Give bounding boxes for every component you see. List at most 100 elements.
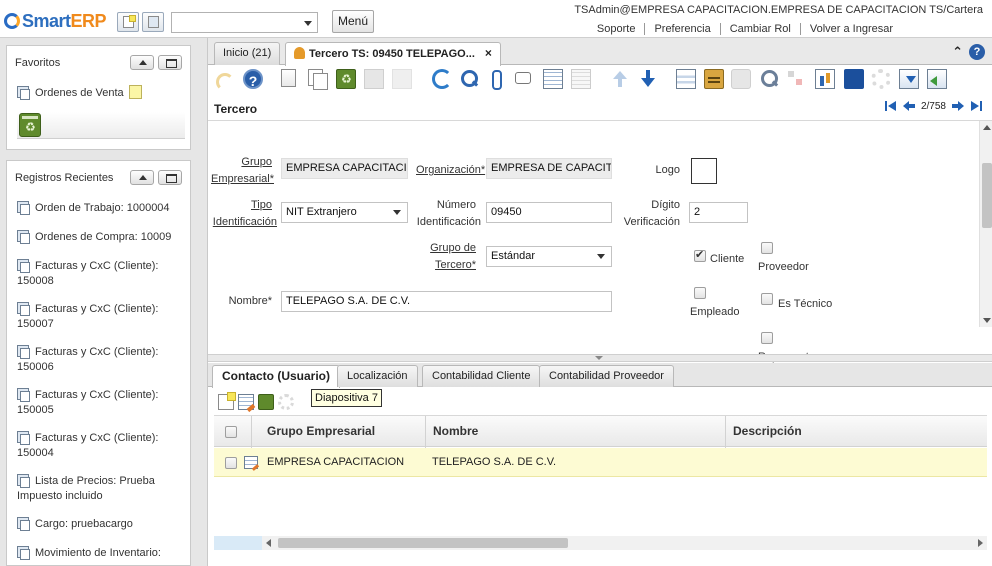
recent-item[interactable]: Lista de Precios: Prueba Impuesto inclui… (17, 474, 162, 504)
new-window-icon[interactable] (117, 12, 139, 32)
chart-icon[interactable] (815, 69, 835, 89)
help-icon[interactable]: ? (243, 69, 263, 89)
product-info-icon[interactable] (844, 69, 864, 89)
recent-item[interactable]: Orden de Trabajo: 1000004 (17, 201, 184, 216)
close-tab-icon[interactable]: × (485, 46, 492, 60)
label-grupo-empresarial[interactable]: Grupo (208, 154, 272, 170)
numero-identificacion-input[interactable]: 09450 (486, 202, 612, 223)
digito-verificacion-input[interactable]: 2 (689, 202, 748, 223)
label-organizacion[interactable]: Organización* (416, 162, 486, 178)
scroll-thumb[interactable] (982, 163, 992, 228)
help-icon[interactable]: ? (969, 44, 985, 60)
edit-row-icon[interactable] (238, 394, 254, 410)
grid-horizontal-scrollbar[interactable] (214, 536, 987, 550)
tab-tercero[interactable]: Tercero TS: 09450 TELEPAGO... × (285, 42, 501, 66)
new-row-icon[interactable] (218, 392, 236, 410)
recent-item[interactable]: Cargo: pruebacargo (17, 517, 184, 532)
undo-icon[interactable] (214, 69, 234, 91)
representante-checkbox[interactable] (761, 332, 773, 344)
label-grupo-empresarial-2[interactable]: Empresarial* (208, 171, 274, 187)
ignore-changes-icon[interactable] (392, 69, 412, 89)
import-icon[interactable] (927, 69, 947, 89)
recent-item[interactable]: Facturas y CxC (Cliente): 150006 (17, 345, 167, 375)
tab-contabilidad-proveedor[interactable]: Contabilidad Proveedor (539, 365, 674, 387)
recent-item[interactable]: Ordenes de Compra: 10009 (17, 230, 184, 245)
column-nombre[interactable]: Nombre (426, 416, 726, 448)
link-cambiar-rol[interactable]: Cambiar Rol (721, 23, 801, 35)
table-row[interactable]: EMPRESA CAPACITACION TELEPAGO S.A. DE C.… (214, 448, 987, 477)
recent-item[interactable]: Facturas y CxC (Cliente): 150004 (17, 431, 167, 461)
logo-image[interactable] (691, 158, 717, 184)
tab-contacto-usuario[interactable]: Contacto (Usuario) (212, 365, 340, 388)
window-layout-icon[interactable] (142, 12, 164, 32)
print-icon[interactable] (731, 69, 751, 89)
label-grupo-tercero[interactable]: Grupo de (408, 240, 476, 256)
app-logo[interactable]: SmartERP (4, 10, 107, 32)
recent-item[interactable]: Facturas y CxC (Cliente): 150008 (17, 259, 167, 289)
recycle-bin-icon[interactable] (19, 113, 41, 137)
maximize-recent-button[interactable] (158, 170, 182, 185)
scroll-up-icon[interactable] (983, 125, 991, 130)
chat-icon[interactable] (514, 69, 534, 89)
window-combo[interactable] (171, 12, 318, 33)
last-record-icon[interactable] (970, 100, 982, 112)
zoom-across-icon[interactable] (759, 69, 779, 89)
note-icon[interactable] (128, 85, 142, 99)
column-descripcion[interactable]: Descripción (726, 416, 987, 448)
detail-record-icon[interactable] (638, 69, 658, 89)
organizacion-field[interactable]: EMPRESA DE CAPACITA (486, 158, 612, 179)
link-volver-ingresar[interactable]: Volver a Ingresar (801, 23, 902, 35)
scroll-right-icon[interactable] (978, 539, 983, 547)
cliente-checkbox[interactable] (694, 248, 706, 262)
es-tecnico-checkbox[interactable] (761, 293, 773, 305)
collapse-recent-button[interactable] (130, 170, 154, 185)
label-tipo-identificacion[interactable]: Tipo (208, 197, 272, 213)
form-vertical-scrollbar[interactable] (979, 121, 992, 327)
previous-record-icon[interactable] (902, 100, 915, 112)
nombre-input[interactable]: TELEPAGO S.A. DE C.V. (281, 291, 612, 312)
first-record-icon[interactable] (884, 100, 897, 112)
recent-item[interactable]: Facturas y CxC (Cliente): 150005 (17, 388, 167, 418)
empleado-checkbox[interactable] (694, 287, 706, 299)
link-soporte[interactable]: Soporte (588, 23, 646, 35)
process-row-icon[interactable] (278, 394, 294, 410)
recent-item[interactable]: Movimiento de Inventario: (17, 546, 184, 561)
workflow-icon[interactable] (786, 69, 806, 89)
favorites-drop-area[interactable] (17, 112, 185, 139)
save-icon[interactable] (364, 69, 384, 89)
maximize-favorites-button[interactable] (158, 55, 182, 70)
recent-item[interactable]: Facturas y CxC (Cliente): 150007 (17, 302, 167, 332)
copy-record-icon[interactable] (308, 69, 328, 90)
detail-splitter[interactable] (208, 354, 992, 362)
parent-record-icon[interactable] (610, 69, 630, 89)
scroll-down-icon[interactable] (983, 318, 991, 323)
archive-icon[interactable] (704, 69, 724, 89)
collapse-icon[interactable]: ⌃ (952, 45, 963, 60)
refresh-icon[interactable] (432, 69, 452, 89)
menu-button[interactable]: Menú (332, 10, 374, 33)
label-tipo-identificacion-2[interactable]: Identificación (208, 214, 277, 230)
edit-row-icon[interactable] (244, 456, 258, 469)
next-record-icon[interactable] (952, 100, 964, 112)
select-all-checkbox[interactable] (225, 426, 237, 438)
collapse-favorites-button[interactable] (130, 55, 154, 70)
column-grupo-empresarial[interactable]: Grupo Empresarial (260, 416, 426, 448)
process-icon[interactable] (871, 69, 891, 89)
grupo-empresarial-field[interactable]: EMPRESA CAPACITACIO (281, 158, 408, 179)
tipo-identificacion-select[interactable]: NIT Extranjero (281, 202, 408, 223)
delete-icon[interactable] (336, 69, 356, 89)
report-icon[interactable] (676, 69, 696, 89)
grid-toggle-icon[interactable] (543, 69, 563, 89)
label-grupo-tercero-2[interactable]: Tercero* (408, 257, 476, 273)
favorite-item[interactable]: Ordenes de Venta (17, 85, 184, 101)
scroll-left-icon[interactable] (266, 539, 271, 547)
multi-view-icon[interactable] (571, 69, 591, 89)
grupo-tercero-select[interactable]: Estándar (486, 246, 612, 267)
search-icon[interactable] (459, 69, 479, 89)
attachment-icon[interactable] (486, 69, 506, 90)
delete-row-icon[interactable] (258, 394, 274, 410)
row-checkbox[interactable] (225, 457, 237, 469)
link-preferencia[interactable]: Preferencia (645, 23, 721, 35)
tab-inicio[interactable]: Inicio (21) (214, 42, 281, 65)
new-record-icon[interactable] (281, 69, 296, 87)
